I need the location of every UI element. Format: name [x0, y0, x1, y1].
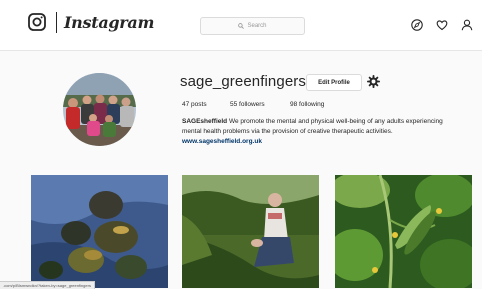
post-thumbnail[interactable] — [31, 175, 168, 288]
cucumber-plant-photo — [335, 175, 472, 288]
post-thumbnail[interactable] — [182, 175, 319, 288]
post-thumbnail[interactable] — [335, 175, 472, 288]
search-input[interactable]: Search — [200, 17, 305, 35]
profile-username: sage_greenfingers — [180, 73, 306, 90]
compass-icon[interactable] — [411, 19, 423, 31]
person-icon[interactable] — [461, 19, 473, 31]
followers-count[interactable]: 55 followers — [230, 101, 265, 108]
search-placeholder: Search — [247, 23, 267, 29]
logo-divider — [56, 12, 57, 33]
heart-icon[interactable] — [436, 19, 448, 31]
squash-harvest-photo — [31, 175, 168, 288]
instagram-camera-icon[interactable] — [28, 13, 46, 31]
person-kneeling-in-garden-photo — [182, 175, 319, 288]
bio-website-link[interactable]: www.sagesheffield.org.uk — [182, 138, 262, 145]
edit-profile-button[interactable]: Edit Profile — [306, 74, 362, 91]
bio-full-name: SAGEsheffield — [182, 118, 228, 125]
instagram-wordmark[interactable]: Instagram — [64, 13, 154, 32]
following-count[interactable]: 98 following — [290, 101, 324, 108]
profile-bio: SAGEsheffield We promote the mental and … — [182, 117, 452, 147]
profile-avatar[interactable] — [63, 73, 136, 146]
top-navigation-bar: Instagram Search — [0, 0, 482, 51]
gear-icon[interactable] — [367, 75, 380, 88]
search-icon — [238, 23, 245, 29]
posts-count: 47 posts — [182, 101, 207, 108]
